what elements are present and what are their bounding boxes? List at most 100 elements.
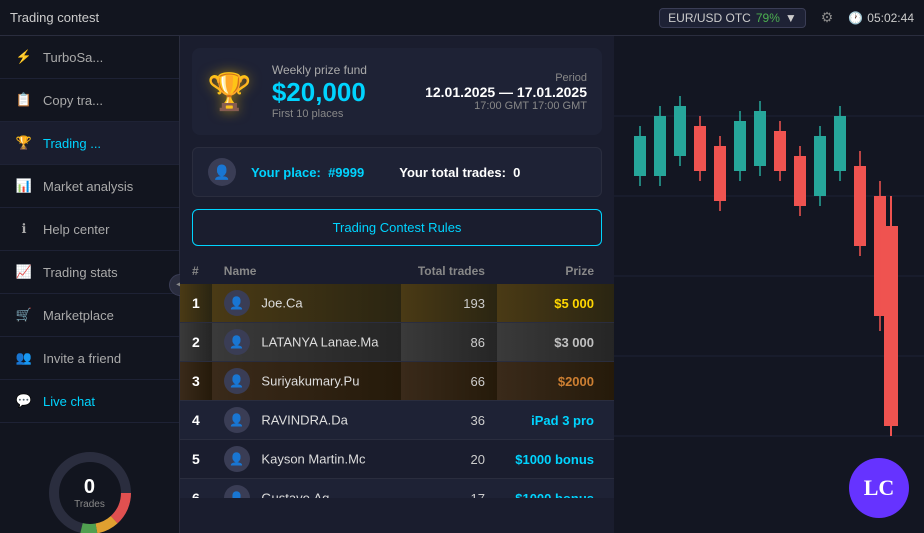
- leaderboard-scroll[interactable]: # Name Total trades Prize 1 👤 Joe.Ca 193…: [180, 258, 614, 498]
- rank-number: 1: [192, 295, 200, 311]
- table-row[interactable]: 4 👤 RAVINDRA.Da 36 iPad 3 pro: [180, 401, 614, 440]
- turbosave-icon: ⚡: [15, 48, 33, 66]
- sidebar-label-market: Market analysis: [43, 179, 133, 194]
- sidebar-item-help[interactable]: ℹ Help center: [0, 208, 179, 251]
- player-avatar: 👤: [224, 407, 250, 433]
- sidebar-item-market[interactable]: 📊 Market analysis: [0, 165, 179, 208]
- trade-count: 20: [401, 440, 497, 479]
- rank-number: 6: [192, 490, 200, 498]
- sidebar-item-copytrade[interactable]: 📋 Copy tra...: [0, 79, 179, 122]
- your-trades-text: Your total trades: 0: [399, 165, 520, 180]
- trade-count: 66: [401, 362, 497, 401]
- user-avatar: 👤: [208, 158, 236, 186]
- sidebar-label-copytrade: Copy tra...: [43, 93, 103, 108]
- player-avatar: 👤: [224, 329, 250, 355]
- header-prize: Prize: [497, 258, 614, 284]
- rank-number: 4: [192, 412, 200, 428]
- trades-label: Trades: [74, 499, 105, 510]
- market-icon: 📊: [15, 177, 33, 195]
- sidebar-label-marketplace: Marketplace: [43, 308, 114, 323]
- current-time: 05:02:44: [867, 11, 914, 25]
- your-trades-value: 0: [513, 165, 520, 180]
- live-support-icon: LC: [864, 475, 895, 501]
- trade-count: 86: [401, 323, 497, 362]
- your-place-value: #9999: [328, 165, 364, 180]
- player-avatar: 👤: [224, 290, 250, 316]
- prize-value: $2000: [497, 362, 614, 401]
- header-rank: #: [180, 258, 212, 284]
- sidebar-item-livechat[interactable]: 💬 Live chat: [0, 380, 179, 423]
- player-name: Gustavo.Aq: [261, 491, 329, 499]
- marketplace-icon: 🛒: [15, 306, 33, 324]
- period-dates: 12.01.2025 — 17.01.2025: [425, 84, 587, 100]
- player-name: RAVINDRA.Da: [261, 413, 347, 428]
- livechat-icon: 💬: [15, 392, 33, 410]
- trade-count: 17: [401, 479, 497, 499]
- prize-value: $3 000: [497, 323, 614, 362]
- table-row[interactable]: 5 👤 Kayson Martin.Mc 20 $1000 bonus: [180, 440, 614, 479]
- rules-button[interactable]: Trading Contest Rules: [192, 209, 602, 246]
- prize-value: $1000 bonus: [497, 440, 614, 479]
- your-place-label: Your place:: [251, 165, 321, 180]
- clock-icon: 🕐: [848, 11, 863, 25]
- top-bar-right: EUR/USD OTC 79% ▼ ⚙ 🕐 05:02:44: [659, 8, 914, 28]
- rules-btn-container: Trading Contest Rules: [192, 209, 602, 246]
- sidebar-label-trading: Trading ...: [43, 136, 101, 151]
- right-panel: LC: [614, 36, 924, 533]
- center-panel: 🏆 Weekly prize fund $20,000 First 10 pla…: [180, 36, 614, 533]
- player-name: Kayson Martin.Mc: [261, 452, 365, 467]
- your-trades-label: Your total trades:: [399, 165, 506, 180]
- period-details: Period 12.01.2025 — 17.01.2025 17:00 GMT…: [425, 72, 587, 112]
- sidebar-label-livechat: Live chat: [43, 394, 95, 409]
- currency-pair-badge[interactable]: EUR/USD OTC 79% ▼: [659, 8, 806, 28]
- player-name: Suriyakumary.Pu: [261, 374, 359, 389]
- prize-details: Weekly prize fund $20,000 First 10 place…: [272, 63, 405, 120]
- currency-percent: 79%: [756, 11, 780, 25]
- player-avatar: 👤: [224, 485, 250, 498]
- prize-amount: $20,000: [272, 77, 405, 108]
- rank-number: 5: [192, 451, 200, 467]
- sidebar-label-turbosave: TurboSa...: [43, 50, 103, 65]
- header-name: Name: [212, 258, 401, 284]
- sidebar-item-invite[interactable]: 👥 Invite a friend: [0, 337, 179, 380]
- main-layout: ⚡ TurboSa... 📋 Copy tra... 🏆 Trading ...…: [0, 36, 924, 533]
- trades-count: 0: [74, 476, 105, 499]
- currency-pair-label: EUR/USD OTC: [668, 11, 751, 25]
- live-support-button[interactable]: LC: [849, 458, 909, 518]
- sidebar-item-trading[interactable]: 🏆 Trading ...: [0, 122, 179, 165]
- trading-icon: 🏆: [15, 134, 33, 152]
- table-row[interactable]: 1 👤 Joe.Ca 193 $5 000: [180, 284, 614, 323]
- sidebar: ⚡ TurboSa... 📋 Copy tra... 🏆 Trading ...…: [0, 36, 180, 533]
- chevron-down-icon: ▼: [785, 11, 797, 25]
- player-name: Joe.Ca: [261, 296, 302, 311]
- trade-count: 36: [401, 401, 497, 440]
- period-time: 17:00 GMT 17:00 GMT: [425, 100, 587, 112]
- rank-number: 2: [192, 334, 200, 350]
- your-place-text: Your place: #9999: [251, 165, 364, 180]
- player-avatar: 👤: [224, 446, 250, 472]
- player-name: LATANYA Lanae.Ma: [261, 335, 378, 350]
- sidebar-label-invite: Invite a friend: [43, 351, 121, 366]
- rank-number: 3: [192, 373, 200, 389]
- sidebar-label-stats: Trading stats: [43, 265, 118, 280]
- prize-value: $1000 bonus: [497, 479, 614, 499]
- sidebar-item-stats[interactable]: 📈 Trading stats: [0, 251, 179, 294]
- table-row[interactable]: 3 👤 Suriyakumary.Pu 66 $2000: [180, 362, 614, 401]
- prize-places: First 10 places: [272, 108, 405, 120]
- player-avatar: 👤: [224, 368, 250, 394]
- sidebar-item-turbosave[interactable]: ⚡ TurboSa...: [0, 36, 179, 79]
- prize-value: iPad 3 pro: [497, 401, 614, 440]
- trophy-icon: 🏆: [207, 71, 252, 113]
- chart-settings-icon[interactable]: ⚙: [821, 9, 834, 26]
- header-trades: Total trades: [401, 258, 497, 284]
- table-row[interactable]: 2 👤 LATANYA Lanae.Ma 86 $3 000: [180, 323, 614, 362]
- trades-donut: 0 Trades: [0, 433, 179, 533]
- contest-title: Trading contest: [10, 10, 99, 25]
- trade-count: 193: [401, 284, 497, 323]
- table-row[interactable]: 6 👤 Gustavo.Aq 17 $1000 bonus: [180, 479, 614, 499]
- your-place-section: 👤 Your place: #9999 Your total trades: 0: [192, 147, 602, 197]
- sidebar-item-marketplace[interactable]: 🛒 Marketplace: [0, 294, 179, 337]
- top-bar-left: Trading contest: [10, 10, 99, 25]
- stats-icon: 📈: [15, 263, 33, 281]
- prize-section: 🏆 Weekly prize fund $20,000 First 10 pla…: [192, 48, 602, 135]
